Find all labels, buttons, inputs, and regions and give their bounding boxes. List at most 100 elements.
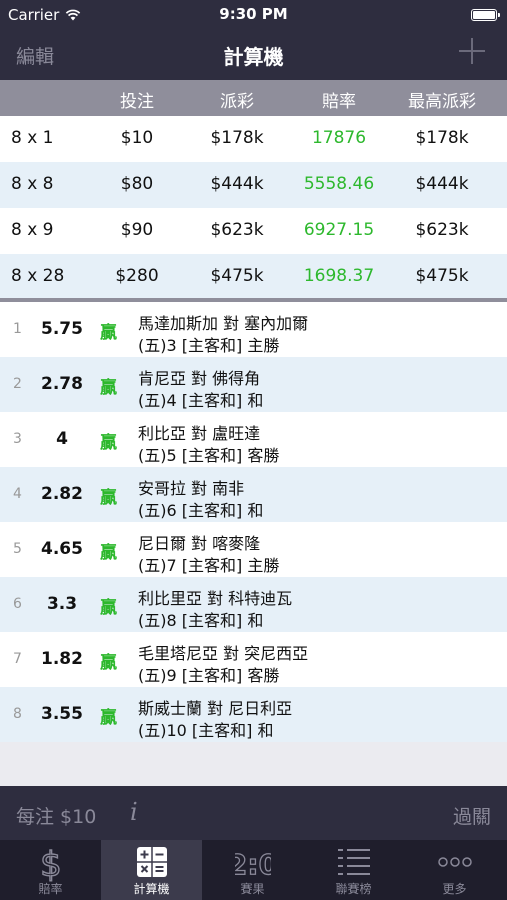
combo-type: 8 x 8 xyxy=(11,174,54,194)
leg-odds: 3.55 xyxy=(41,704,83,724)
leg-result: 贏 xyxy=(100,378,117,398)
status-time: 9:30 PM xyxy=(219,5,288,23)
leg-bet: (五)9 [主客和] 客勝 xyxy=(138,666,280,685)
tab-label: 計算機 xyxy=(133,882,170,896)
info-icon[interactable]: i xyxy=(130,798,138,826)
leg-bet: (五)5 [主客和] 客勝 xyxy=(138,446,280,465)
leg-match: 肯尼亞 對 佛得角 xyxy=(138,369,261,388)
tab-bar: $ 賠率 計算機 2:0 賽果 聯賽榜 更多 xyxy=(0,840,507,900)
parlay-button[interactable]: 過關 xyxy=(453,802,491,829)
combo-stake: $280 xyxy=(115,266,159,286)
leg-match: 馬達加斯加 對 塞內加爾 xyxy=(138,314,309,333)
leg-match: 利比亞 對 盧旺達 xyxy=(138,424,261,443)
standings-list-icon xyxy=(337,849,370,875)
leg-bet: (五)6 [主客和] 和 xyxy=(138,501,264,520)
combo-odds: 1698.37 xyxy=(303,266,375,286)
combo-table-header: 投注 派彩 賠率 最高派彩 xyxy=(0,80,507,116)
combo-max-payout: $623k xyxy=(415,220,469,240)
header-max-payout: 最高派彩 xyxy=(408,92,476,112)
header-stake: 投注 xyxy=(120,92,154,112)
stake-per-bet-button[interactable]: 每注 $10 xyxy=(16,802,96,829)
page-title: 計算機 xyxy=(223,45,284,69)
leg-odds: 3.3 xyxy=(46,594,78,614)
combo-type: 8 x 1 xyxy=(11,128,54,148)
leg-result: 贏 xyxy=(100,323,117,343)
edit-button[interactable]: 編輯 xyxy=(16,42,54,69)
leg-index: 7 xyxy=(13,651,22,667)
svg-text:$: $ xyxy=(40,846,62,882)
combo-row[interactable]: 8 x 8 $80 $444k 5558.46 $444k xyxy=(0,162,507,208)
svg-text:2:0: 2:0 xyxy=(235,848,271,880)
leg-result: 贏 xyxy=(100,708,117,728)
leg-bet: (五)10 [主客和] 和 xyxy=(138,721,274,740)
leg-bet: (五)8 [主客和] 和 xyxy=(138,611,264,630)
leg-odds: 4.65 xyxy=(41,539,83,559)
combo-max-payout: $475k xyxy=(415,266,469,286)
combo-stake: $80 xyxy=(120,174,154,194)
combo-max-payout: $444k xyxy=(415,174,469,194)
leg-index: 8 xyxy=(13,706,22,722)
leg-index: 5 xyxy=(13,541,22,557)
leg-row[interactable]: 6 3.3 贏 利比里亞 對 科特迪瓦 (五)8 [主客和] 和 xyxy=(0,577,507,632)
combo-odds: 5558.46 xyxy=(303,174,375,194)
tab-results[interactable]: 2:0 賽果 xyxy=(202,840,303,900)
leg-index: 3 xyxy=(13,431,22,447)
combo-stake: $10 xyxy=(120,128,154,148)
combo-row[interactable]: 8 x 1 $10 $178k 17876 $178k xyxy=(0,116,507,162)
tab-label: 更多 xyxy=(442,882,467,896)
scoreboard-icon: 2:0 xyxy=(235,847,271,880)
leg-match: 安哥拉 對 南非 xyxy=(138,479,245,498)
tab-calculator[interactable]: 計算機 xyxy=(101,840,202,900)
leg-row[interactable]: 3 4 贏 利比亞 對 盧旺達 (五)5 [主客和] 客勝 xyxy=(0,412,507,467)
leg-row[interactable]: 8 3.55 贏 斯威士蘭 對 尼日利亞 (五)10 [主客和] 和 xyxy=(0,687,507,742)
combo-odds: 6927.15 xyxy=(303,220,375,240)
combo-max-payout: $178k xyxy=(415,128,469,148)
leg-odds: 5.75 xyxy=(41,319,83,339)
battery-icon xyxy=(471,9,500,21)
leg-index: 1 xyxy=(13,321,22,337)
leg-result: 贏 xyxy=(100,433,117,453)
dollar-icon: $ xyxy=(39,846,62,882)
leg-row[interactable]: 2 2.78 贏 肯尼亞 對 佛得角 (五)4 [主客和] 和 xyxy=(0,357,507,412)
leg-odds: 2.82 xyxy=(41,484,83,504)
header-odds: 賠率 xyxy=(322,92,356,112)
navigation-bar: 編輯 計算機 xyxy=(0,30,507,80)
combo-row[interactable]: 8 x 28 $280 $475k 1698.37 $475k xyxy=(0,254,507,300)
combo-row[interactable]: 8 x 9 $90 $623k 6927.15 $623k xyxy=(0,208,507,254)
combo-type: 8 x 28 xyxy=(11,266,65,286)
tab-label: 聯賽榜 xyxy=(335,882,372,896)
leg-odds: 2.78 xyxy=(41,374,83,394)
leg-match: 利比里亞 對 科特迪瓦 xyxy=(138,589,293,608)
leg-row[interactable]: 4 2.82 贏 安哥拉 對 南非 (五)6 [主客和] 和 xyxy=(0,467,507,522)
leg-index: 6 xyxy=(13,596,22,612)
leg-row[interactable]: 1 5.75 贏 馬達加斯加 對 塞內加爾 (五)3 [主客和] 主勝 xyxy=(0,302,507,357)
combo-payout: $444k xyxy=(210,174,264,194)
leg-result: 贏 xyxy=(100,488,117,508)
add-icon[interactable] xyxy=(459,38,485,64)
leg-match: 斯威士蘭 對 尼日利亞 xyxy=(138,699,293,718)
leg-index: 2 xyxy=(13,376,22,392)
combo-payout: $178k xyxy=(210,128,264,148)
combo-stake: $90 xyxy=(120,220,154,240)
more-icon xyxy=(437,857,472,867)
combo-payout: $623k xyxy=(210,220,264,240)
leg-row[interactable]: 7 1.82 贏 毛里塔尼亞 對 突尼西亞 (五)9 [主客和] 客勝 xyxy=(0,632,507,687)
combo-type: 8 x 9 xyxy=(11,220,54,240)
stake-bar: 每注 $10 i 過關 xyxy=(0,786,507,840)
tab-label: 賽果 xyxy=(240,882,265,896)
tab-more[interactable]: 更多 xyxy=(404,840,505,900)
tab-standings[interactable]: 聯賽榜 xyxy=(303,840,404,900)
leg-row[interactable]: 5 4.65 贏 尼日爾 對 喀麥隆 (五)7 [主客和] 主勝 xyxy=(0,522,507,577)
calculator-icon xyxy=(136,847,167,877)
tab-label: 賠率 xyxy=(38,882,63,896)
status-bar: Carrier 9:30 PM xyxy=(0,0,507,30)
tab-odds[interactable]: $ 賠率 xyxy=(0,840,101,900)
combo-odds: 17876 xyxy=(311,128,367,148)
leg-bet: (五)4 [主客和] 和 xyxy=(138,391,264,410)
leg-bet: (五)3 [主客和] 主勝 xyxy=(138,336,280,355)
leg-result: 贏 xyxy=(100,543,117,563)
leg-match: 毛里塔尼亞 對 突尼西亞 xyxy=(138,644,309,663)
leg-bet: (五)7 [主客和] 主勝 xyxy=(138,556,280,575)
leg-match: 尼日爾 對 喀麥隆 xyxy=(138,534,261,553)
leg-index: 4 xyxy=(13,486,22,502)
